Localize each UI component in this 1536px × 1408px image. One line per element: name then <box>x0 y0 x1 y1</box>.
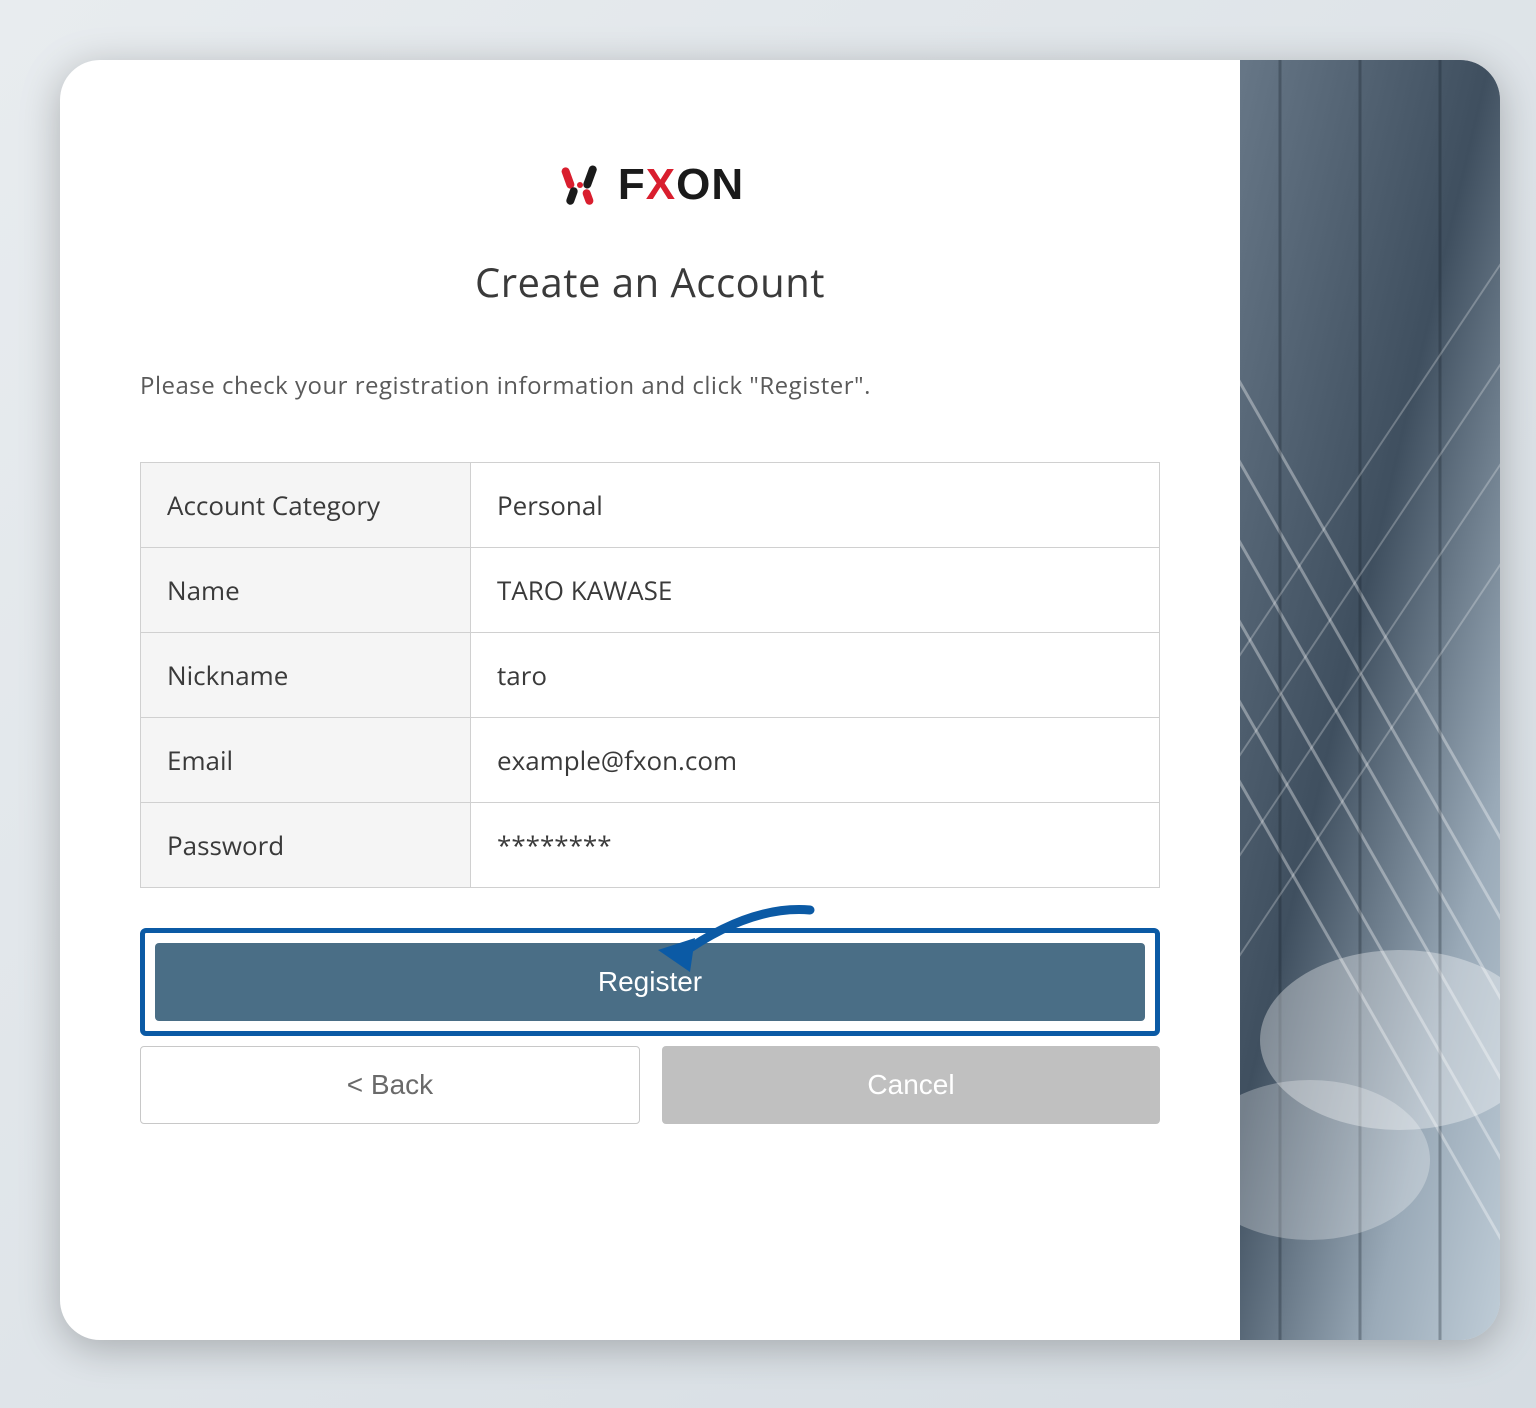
name-value: TARO KAWASE <box>471 548 1160 633</box>
password-value: ******** <box>471 803 1160 888</box>
registration-info-table: Account Category Personal Name TARO KAWA… <box>140 462 1160 888</box>
register-highlight-frame: Register <box>140 928 1160 1036</box>
page-title: Create an Account <box>140 254 1160 309</box>
instruction-text: Please check your registration informati… <box>140 369 1160 402</box>
nickname-value: taro <box>471 633 1160 718</box>
table-row: Password ******** <box>141 803 1160 888</box>
registration-card: FXON Create an Account Please check your… <box>60 60 1500 1340</box>
email-label: Email <box>141 718 471 803</box>
cancel-button[interactable]: Cancel <box>662 1046 1160 1124</box>
account-category-label: Account Category <box>141 463 471 548</box>
table-row: Email example@fxon.com <box>141 718 1160 803</box>
email-value: example@fxon.com <box>471 718 1160 803</box>
brand-name: FXON <box>618 160 744 210</box>
table-row: Nickname taro <box>141 633 1160 718</box>
register-button[interactable]: Register <box>155 943 1145 1021</box>
back-button[interactable]: < Back <box>140 1046 640 1124</box>
decorative-building-image <box>1240 60 1500 1340</box>
table-row: Account Category Personal <box>141 463 1160 548</box>
password-label: Password <box>141 803 471 888</box>
brand-logo: FXON <box>556 160 744 210</box>
table-row: Name TARO KAWASE <box>141 548 1160 633</box>
secondary-buttons-row: < Back Cancel <box>140 1046 1160 1124</box>
name-label: Name <box>141 548 471 633</box>
logo-mark-icon <box>556 161 604 209</box>
nickname-label: Nickname <box>141 633 471 718</box>
logo-container: FXON <box>140 160 1160 214</box>
account-category-value: Personal <box>471 463 1160 548</box>
form-panel: FXON Create an Account Please check your… <box>60 60 1240 1340</box>
